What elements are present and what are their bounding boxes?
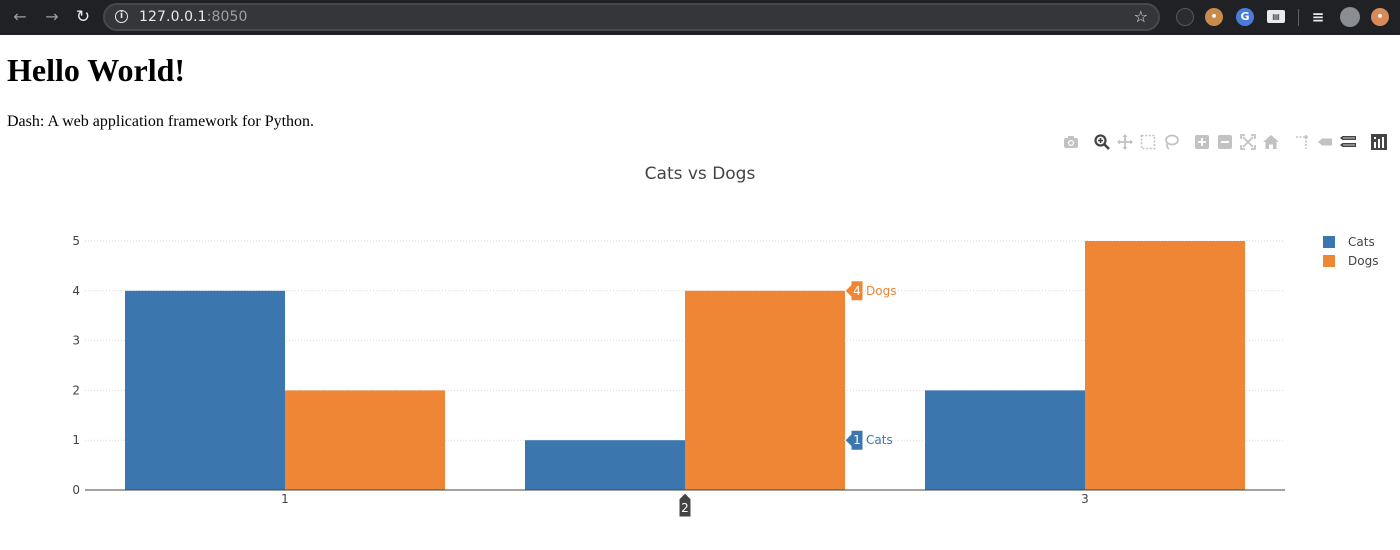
profile-avatar[interactable] [1340, 7, 1360, 27]
reload-icon[interactable]: ↻ [71, 6, 95, 28]
extension-g-icon[interactable]: G [1236, 8, 1254, 26]
back-arrow-icon[interactable]: ← [8, 6, 32, 28]
legend-swatch-dogs[interactable] [1323, 255, 1335, 267]
spike-lines-icon[interactable] [1293, 133, 1311, 151]
plotly-logo-icon[interactable] [1370, 133, 1388, 151]
x-tick-label: 1 [281, 492, 289, 506]
bar-dogs[interactable] [1085, 241, 1245, 490]
browser-toolbar: ← → ↻ i 127.0.0.1:8050 ☆ • G ▤ ≡ • [0, 0, 1400, 35]
lasso-select-icon[interactable] [1162, 133, 1180, 151]
url-text[interactable]: 127.0.0.1:8050 [139, 9, 248, 25]
bar-cats[interactable] [925, 390, 1085, 490]
hover-label-name: Cats [866, 433, 893, 447]
page-title: Hello World! [7, 52, 186, 88]
extension-cookie-icon[interactable]: • [1205, 8, 1223, 26]
page-subtitle: Dash: A web application framework for Py… [7, 113, 315, 130]
camera-icon[interactable] [1062, 133, 1080, 151]
reset-axes-icon[interactable] [1262, 133, 1280, 151]
hover-label-value: 4 [853, 284, 861, 298]
url-host: 127.0.0.1 [139, 9, 207, 25]
zoom-out-icon[interactable] [1216, 133, 1234, 151]
zoom-icon[interactable] [1093, 133, 1111, 151]
hover-label-name: Dogs [866, 284, 896, 298]
chart-modebar [1060, 133, 1390, 151]
bar-dogs[interactable] [685, 290, 845, 490]
media-queue-icon[interactable]: ≡ [1309, 8, 1327, 26]
y-tick-label: 3 [72, 334, 80, 348]
bookmark-star-icon[interactable]: ☆ [1134, 7, 1148, 26]
hover-compare-icon[interactable] [1339, 133, 1357, 151]
y-tick-label: 5 [72, 234, 80, 248]
extension-card-icon[interactable]: ▤ [1267, 10, 1285, 23]
extension-orange-icon[interactable]: • [1371, 8, 1389, 26]
toolbar-divider [1298, 9, 1299, 26]
site-info-icon[interactable]: i [115, 10, 128, 23]
hover-x-label: 2 [681, 501, 689, 515]
legend-label-dogs: Dogs [1348, 254, 1378, 268]
pan-icon[interactable] [1116, 133, 1134, 151]
legend-label-cats: Cats [1348, 235, 1375, 249]
box-select-icon[interactable] [1139, 133, 1157, 151]
extension-dark-icon[interactable] [1176, 8, 1194, 26]
y-tick-label: 4 [72, 284, 80, 298]
hover-closest-icon[interactable] [1316, 133, 1334, 151]
address-bar[interactable]: i 127.0.0.1:8050 ☆ [103, 3, 1160, 31]
bar-chart[interactable]: Cats vs Dogs012345123CatsDogs4Dogs1Cats2 [0, 155, 1400, 550]
zoom-in-icon[interactable] [1193, 133, 1211, 151]
bar-cats[interactable] [525, 440, 685, 490]
chart-title: Cats vs Dogs [645, 164, 756, 184]
y-tick-label: 0 [72, 483, 80, 497]
hover-label-value: 1 [853, 433, 861, 447]
legend-swatch-cats[interactable] [1323, 236, 1335, 248]
url-port: :8050 [206, 9, 248, 25]
bar-cats[interactable] [125, 290, 285, 490]
autoscale-icon[interactable] [1239, 133, 1257, 151]
y-tick-label: 1 [72, 433, 80, 447]
x-tick-label: 3 [1081, 492, 1089, 506]
y-tick-label: 2 [72, 383, 80, 397]
forward-arrow-icon[interactable]: → [40, 6, 64, 28]
bar-dogs[interactable] [285, 390, 445, 490]
